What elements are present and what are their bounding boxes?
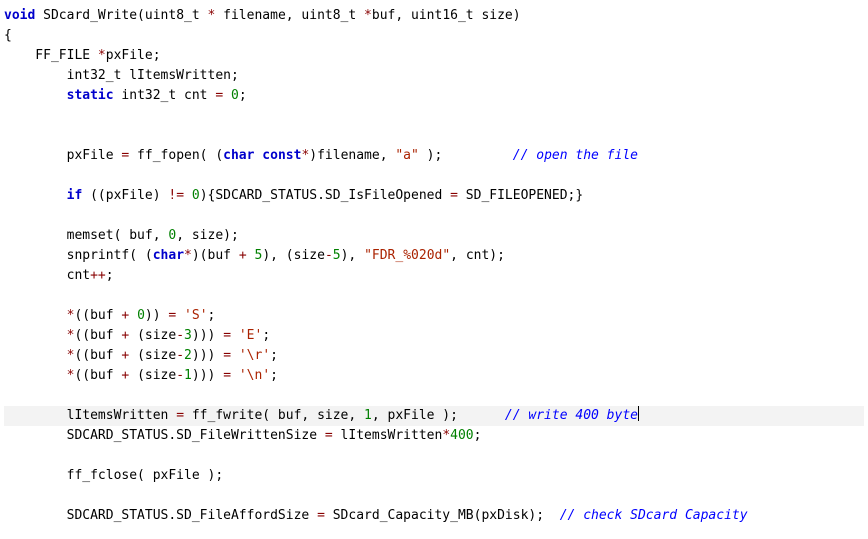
code-line-25: SDCARD_STATUS.SD_FileAffordSize = SDcard… <box>4 506 864 526</box>
code-line-5 <box>4 106 864 126</box>
code-line-12: snprintf( (char*)(buf + 5), (size-5), "F… <box>4 246 864 266</box>
code-line-2: FF_FILE *pxFile; <box>4 46 864 66</box>
code-line-11: memset( buf, 0, size); <box>4 226 864 246</box>
code-line-4: static int32_t cnt = 0; <box>4 86 864 106</box>
code-line-22 <box>4 446 864 466</box>
code-line-20: lItemsWritten = ff_fwrite( buf, size, 1,… <box>4 406 864 426</box>
code-line-24 <box>4 486 864 506</box>
code-block: void SDcard_Write(uint8_t * filename, ui… <box>0 0 868 539</box>
code-line-16: *((buf + (size-3))) = 'E'; <box>4 326 864 346</box>
code-line-17: *((buf + (size-2))) = '\r'; <box>4 346 864 366</box>
code-line-21: SDCARD_STATUS.SD_FileWrittenSize = lItem… <box>4 426 864 446</box>
code-line-6 <box>4 126 864 146</box>
text-caret <box>638 406 639 421</box>
code-line-0: void SDcard_Write(uint8_t * filename, ui… <box>4 6 864 26</box>
code-line-7: pxFile = ff_fopen( (char const*)filename… <box>4 146 864 166</box>
code-line-13: cnt++; <box>4 266 864 286</box>
code-line-3: int32_t lItemsWritten; <box>4 66 864 86</box>
code-line-9: if ((pxFile) != 0){SDCARD_STATUS.SD_IsFi… <box>4 186 864 206</box>
code-line-19 <box>4 386 864 406</box>
code-line-1: { <box>4 26 864 46</box>
code-line-23: ff_fclose( pxFile ); <box>4 466 864 486</box>
code-line-10 <box>4 206 864 226</box>
code-line-14 <box>4 286 864 306</box>
code-line-18: *((buf + (size-1))) = '\n'; <box>4 366 864 386</box>
code-line-15: *((buf + 0)) = 'S'; <box>4 306 864 326</box>
code-line-26 <box>4 526 864 539</box>
code-line-8 <box>4 166 864 186</box>
